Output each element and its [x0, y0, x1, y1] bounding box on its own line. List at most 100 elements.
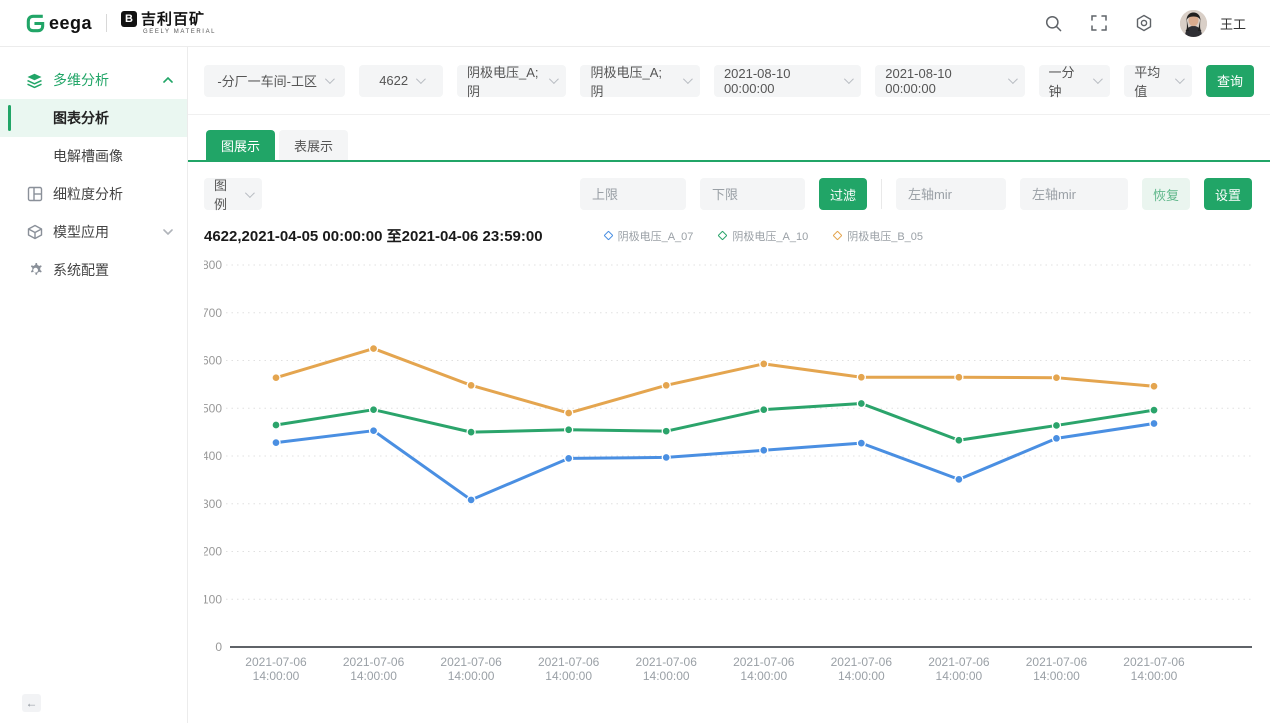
app-root: eega B 吉利百矿 GEELY MATERIAL: [0, 0, 1270, 723]
chart-x-axis-labels: 2021-07-0614:00:00 2021-07-0614:00:00 2021…: [245, 655, 1185, 683]
username[interactable]: 王工: [1220, 14, 1246, 33]
upper-limit-input[interactable]: [580, 178, 686, 210]
filter-apply-button[interactable]: 过滤: [819, 178, 867, 210]
sidebar-item-system-config[interactable]: 系统配置: [0, 251, 187, 289]
data-point[interactable]: [760, 406, 768, 414]
chevron-down-icon: [1007, 74, 1017, 84]
data-point[interactable]: [467, 496, 475, 504]
svg-text:2021-07-0614:00:00: 2021-07-0614:00:00: [928, 655, 990, 683]
filter-dropdown-metric-1[interactable]: 阴极电压_A; 阴: [457, 65, 567, 97]
sidebar: 多维分析 图表分析 电解槽画像 细粒度分析: [0, 47, 188, 723]
filter-dropdown-end-time[interactable]: 2021-08-10 00:00:00: [875, 65, 1024, 97]
chart-series: [272, 420, 1158, 504]
sidebar-item-electrolyzer-profile[interactable]: 电解槽画像: [0, 137, 187, 175]
fullscreen-icon[interactable]: [1090, 14, 1108, 32]
legend-diamond-icon: [603, 231, 613, 241]
header-actions: 王工: [1045, 10, 1246, 37]
data-point[interactable]: [370, 406, 378, 414]
svg-text:2021-07-0614:00:00: 2021-07-0614:00:00: [343, 655, 405, 683]
data-point[interactable]: [760, 446, 768, 454]
legend-dropdown-label: 图例: [214, 175, 237, 213]
chart-legend: 阴极电压_A_07 阴极电压_A_10 阴极电压_B_05: [605, 228, 923, 244]
filter-value: 2021-08-10 00:00:00: [724, 66, 836, 96]
chart-grid: 0100200300400500600700800: [204, 258, 1252, 654]
data-point[interactable]: [370, 427, 378, 435]
filter-value: 阴极电压_A; 阴: [467, 62, 542, 100]
legend-item[interactable]: 阴极电压_A_07: [605, 228, 694, 244]
sidebar-item-multidim-analysis[interactable]: 多维分析: [0, 61, 187, 99]
data-point[interactable]: [272, 374, 280, 382]
line-chart-svg: 01002003004005006007008002021-07-0614:00…: [204, 252, 1258, 684]
svg-text:2021-07-0614:00:00: 2021-07-0614:00:00: [538, 655, 600, 683]
top-header: eega B 吉利百矿 GEELY MATERIAL: [0, 0, 1270, 47]
filter-value: 2021-08-10 00:00:00: [885, 66, 999, 96]
cube-icon: [26, 224, 43, 241]
data-point[interactable]: [1052, 374, 1060, 382]
filter-dropdown-interval[interactable]: 一分钟: [1039, 65, 1111, 97]
data-point[interactable]: [662, 427, 670, 435]
chevron-down-icon: [416, 74, 426, 84]
sidebar-item-label: 细粒度分析: [53, 184, 123, 204]
svg-text:0: 0: [215, 640, 222, 654]
grid-icon: [26, 186, 43, 203]
left-axis-min-input[interactable]: [896, 178, 1006, 210]
filter-dropdown-start-time[interactable]: 2021-08-10 00:00:00: [714, 65, 861, 97]
svg-text:100: 100: [204, 592, 222, 606]
legend-diamond-icon: [833, 231, 843, 241]
sidebar-subitem-label: 电解槽画像: [53, 146, 123, 166]
data-point[interactable]: [1052, 421, 1060, 429]
data-point[interactable]: [955, 436, 963, 444]
data-point[interactable]: [565, 454, 573, 462]
filter-dropdown-cell[interactable]: 4622: [359, 65, 443, 97]
tab-table-view[interactable]: 表展示: [279, 130, 348, 160]
data-point[interactable]: [1150, 406, 1158, 414]
data-point[interactable]: [370, 345, 378, 353]
data-point[interactable]: [955, 475, 963, 483]
data-point[interactable]: [467, 381, 475, 389]
search-icon[interactable]: [1045, 14, 1063, 32]
brand-en-text: GEELY MATERIAL: [143, 29, 216, 35]
chart-controls: 图例 过滤 恢复 设置: [204, 178, 1252, 210]
data-point[interactable]: [1150, 382, 1158, 390]
data-point[interactable]: [565, 409, 573, 417]
filter-dropdown-metric-2[interactable]: 阴极电压_A; 阴: [580, 65, 699, 97]
settings-gear-icon[interactable]: [1135, 14, 1153, 32]
left-axis-max-input[interactable]: [1020, 178, 1128, 210]
filter-dropdown-area[interactable]: -分厂一车间-工区: [204, 65, 345, 97]
svg-text:2021-07-0614:00:00: 2021-07-0614:00:00: [245, 655, 307, 683]
svg-text:2021-07-0614:00:00: 2021-07-0614:00:00: [636, 655, 698, 683]
avatar[interactable]: [1180, 10, 1207, 37]
data-point[interactable]: [760, 360, 768, 368]
data-point[interactable]: [857, 439, 865, 447]
data-point[interactable]: [1052, 434, 1060, 442]
data-point[interactable]: [272, 421, 280, 429]
sidebar-item-granularity-analysis[interactable]: 细粒度分析: [0, 175, 187, 213]
chevron-down-icon: [245, 188, 255, 198]
sidebar-item-model-application[interactable]: 模型应用: [0, 213, 187, 251]
svg-text:2021-07-0614:00:00: 2021-07-0614:00:00: [733, 655, 795, 683]
restore-button[interactable]: 恢复: [1142, 178, 1190, 210]
geely-mark-icon: B: [121, 11, 137, 27]
legend-dropdown[interactable]: 图例: [204, 178, 262, 210]
query-button[interactable]: 查询: [1206, 65, 1254, 97]
data-point[interactable]: [662, 381, 670, 389]
data-point[interactable]: [565, 426, 573, 434]
filter-dropdown-aggregation[interactable]: 平均值: [1124, 65, 1192, 97]
chart-title: 4622,2021-04-05 00:00:00 至2021-04-06 23:…: [204, 225, 543, 246]
data-point[interactable]: [1150, 420, 1158, 428]
data-point[interactable]: [857, 373, 865, 381]
legend-item[interactable]: 阴极电压_A_10: [719, 228, 808, 244]
data-point[interactable]: [662, 453, 670, 461]
data-point[interactable]: [467, 428, 475, 436]
data-point[interactable]: [857, 399, 865, 407]
tab-chart-view[interactable]: 图展示: [206, 130, 275, 160]
data-point[interactable]: [955, 373, 963, 381]
legend-item[interactable]: 阴极电压_B_05: [834, 228, 923, 244]
sidebar-item-chart-analysis[interactable]: 图表分析: [0, 99, 187, 137]
data-point[interactable]: [272, 439, 280, 447]
lower-limit-input[interactable]: [700, 178, 805, 210]
axis-settings-button[interactable]: 设置: [1204, 178, 1252, 210]
line-chart: 01002003004005006007008002021-07-0614:00…: [204, 252, 1270, 689]
sidebar-collapse-button[interactable]: ←: [22, 694, 41, 712]
main-content: -分厂一车间-工区 4622 阴极电压_A; 阴 阴极电压_A; 阴 2021-…: [188, 47, 1270, 723]
